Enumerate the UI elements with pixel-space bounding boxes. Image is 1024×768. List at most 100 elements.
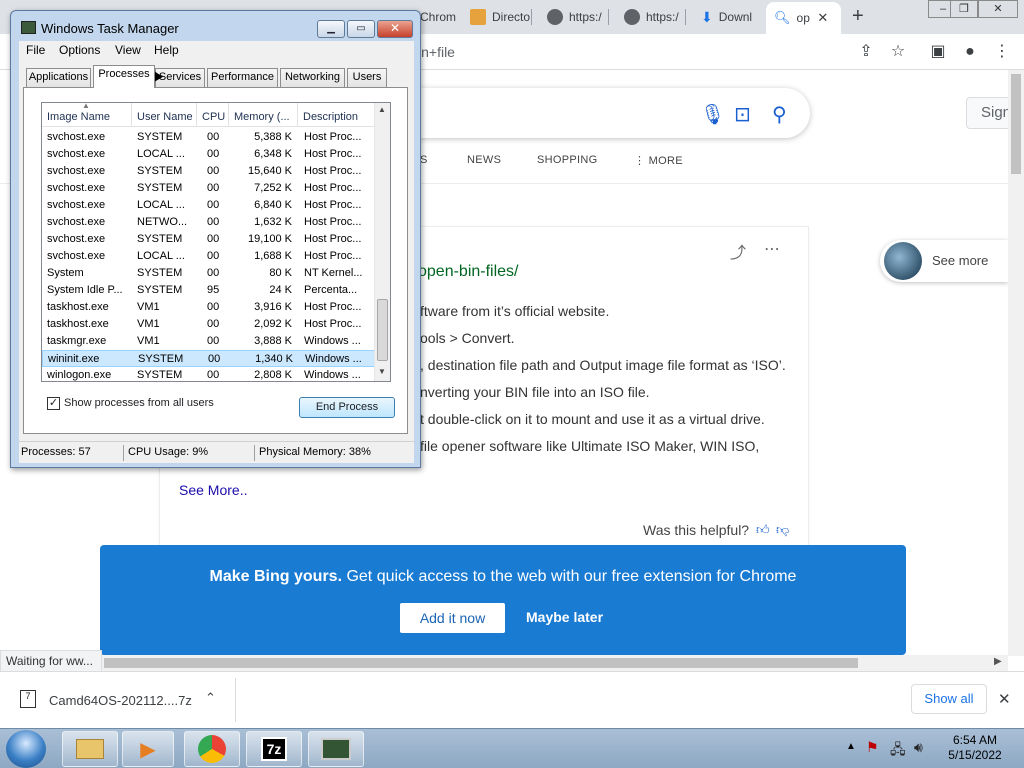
maximize-button[interactable]: ▭	[347, 20, 375, 38]
search-icon[interactable]: ⚲	[772, 102, 787, 127]
menu-options[interactable]: Options	[59, 43, 100, 57]
process-cpu: 00	[207, 250, 220, 262]
table-row[interactable]: svchost.exe SYSTEM 00 7,252 K Host Proc...	[42, 180, 375, 197]
show-all-processes-checkbox[interactable]: ✓	[47, 397, 60, 410]
bookmark-star-icon[interactable]: ☆	[888, 42, 908, 62]
scroll-up-arrow-icon[interactable]: ▲	[378, 105, 386, 114]
scrollbar-thumb[interactable]	[104, 658, 858, 668]
show-all-downloads-button[interactable]: Show all	[911, 684, 987, 714]
process-cpu: 00	[207, 182, 220, 194]
physical-memory: Physical Memory: 38%	[259, 446, 371, 458]
end-process-button[interactable]: End Process	[299, 397, 395, 418]
table-row[interactable]: svchost.exe LOCAL ... 00 1,688 K Host Proc..…	[42, 248, 375, 265]
share-icon[interactable]: ⇪	[856, 42, 876, 62]
table-row[interactable]: svchost.exe NETWO... 00 1,632 K Host Proc...	[42, 214, 375, 231]
chrome-taskbar-icon[interactable]	[184, 731, 240, 767]
table-row[interactable]: winlogon.exe SYSTEM 00 2,808 K Windows ...	[42, 367, 375, 381]
page-horizontal-scrollbar[interactable]: ▶	[0, 655, 1008, 671]
table-row[interactable]: svchost.exe LOCAL ... 00 6,840 K Host Proc..…	[42, 197, 375, 214]
more-options-icon[interactable]: ⋯	[764, 239, 780, 259]
system-clock[interactable]: 6:54 AM 5/15/2022	[940, 733, 1010, 763]
tab-networking[interactable]: Networking	[280, 68, 345, 87]
table-row[interactable]: System SYSTEM 00 80 K NT Kernel...	[42, 265, 375, 282]
new-tab-button[interactable]: +	[852, 6, 864, 26]
tab-processes[interactable]: Processes	[93, 65, 155, 88]
table-row[interactable]: svchost.exe SYSTEM 00 5,388 K Host Proc...	[42, 129, 375, 146]
column-header-cpu[interactable]: CPU	[197, 103, 229, 127]
nav-item-news[interactable]: NEWS	[467, 154, 501, 166]
table-row[interactable]: taskmgr.exe VM1 00 3,888 K Windows ...	[42, 333, 375, 350]
microphone-icon[interactable]: 🎙︎	[700, 102, 725, 127]
list-scrollbar[interactable]: ▲ ▼	[374, 103, 390, 381]
process-list[interactable]: Image Name User Name CPU Memory (... Des…	[41, 102, 391, 382]
table-row[interactable]: taskhost.exe VM1 00 2,092 K Host Proc...	[42, 316, 375, 333]
nav-item-shopping[interactable]: SHOPPING	[537, 154, 597, 166]
browser-tab[interactable]: https:/	[624, 6, 686, 28]
table-row[interactable]: svchost.exe SYSTEM 00 19,100 K Host Proc...	[42, 231, 375, 248]
close-button[interactable]: ✕	[377, 20, 413, 38]
task-manager-taskbar-icon[interactable]	[308, 731, 364, 767]
tab-users[interactable]: Users	[347, 68, 387, 87]
add-it-now-button[interactable]: Add it now	[400, 603, 505, 633]
show-hidden-icons-icon[interactable]: ▲	[846, 741, 856, 752]
start-button[interactable]	[6, 730, 46, 768]
browser-tab[interactable]: ⬇ Downl	[701, 6, 763, 28]
scrollbar-thumb[interactable]	[377, 299, 388, 361]
address-bar[interactable]: in+file	[418, 44, 455, 60]
nav-item[interactable]: S	[420, 154, 428, 166]
browser-tab-active[interactable]: 🔍︎ op ✕	[766, 2, 841, 34]
minimize-button[interactable]: ▁	[317, 20, 345, 38]
browser-tab[interactable]: Chrom	[420, 6, 462, 28]
browser-tab[interactable]: Directo	[470, 6, 532, 28]
column-header-description[interactable]: Description	[298, 103, 375, 127]
share-icon[interactable]: ⤴	[730, 239, 746, 263]
process-user-name: SYSTEM	[137, 131, 183, 143]
column-header-memory[interactable]: Memory (...	[229, 103, 298, 127]
chrome-menu-icon[interactable]: ⋮	[992, 42, 1012, 62]
search-box[interactable]: 🎙︎ ⊡ ⚲	[400, 88, 810, 138]
process-cpu: 00	[207, 148, 220, 160]
answer-source-link[interactable]: open-bin-files/	[418, 263, 519, 281]
close-shelf-icon[interactable]: ✕	[998, 690, 1011, 708]
see-more-pill[interactable]: See more	[880, 240, 1008, 282]
tab-applications[interactable]: Applications	[26, 68, 91, 87]
column-header-user-name[interactable]: User Name	[132, 103, 197, 127]
nav-item-more[interactable]: ⋮ MORE	[634, 154, 683, 167]
profile-avatar-icon[interactable]: ●	[960, 42, 980, 62]
process-memory: 3,888 K	[254, 335, 292, 347]
menu-help[interactable]: Help	[154, 43, 179, 57]
process-description: Percenta...	[304, 284, 358, 296]
scroll-down-arrow-icon[interactable]: ▼	[378, 367, 386, 376]
tab-services[interactable]: Services	[155, 68, 205, 87]
scroll-right-arrow-icon[interactable]: ▶	[994, 656, 1002, 667]
table-row[interactable]: svchost.exe LOCAL ... 00 6,348 K Host Proc..…	[42, 146, 375, 163]
table-row[interactable]: System Idle P... SYSTEM 95 24 K Percenta...	[42, 282, 375, 299]
explorer-taskbar-icon[interactable]	[62, 731, 118, 767]
menu-file[interactable]: File	[26, 43, 45, 57]
side-panel-icon[interactable]: ▣	[928, 42, 948, 62]
chevron-up-icon[interactable]: ⌃	[205, 690, 216, 706]
table-row-selected[interactable]: wininit.exe SYSTEM 00 1,340 K Windows ...	[42, 350, 375, 367]
thumbs-down-icon[interactable]: 👎︎	[776, 522, 789, 538]
scrollbar-thumb[interactable]	[1011, 74, 1021, 174]
close-tab-icon[interactable]: ✕	[816, 10, 830, 26]
action-center-flag-icon[interactable]: ⚑	[866, 739, 879, 756]
thumbs-up-icon[interactable]: 👍︎	[756, 522, 770, 538]
volume-icon[interactable]: 🔊︎	[914, 739, 923, 756]
close-window-button[interactable]: ✕	[978, 0, 1018, 18]
browser-tab[interactable]: https:/	[547, 6, 609, 28]
table-row[interactable]: taskhost.exe VM1 00 3,916 K Host Proc...	[42, 299, 375, 316]
maybe-later-button[interactable]: Maybe later	[526, 609, 603, 625]
see-more-link[interactable]: See More..	[179, 482, 247, 498]
7zip-taskbar-icon[interactable]: 7z	[246, 731, 302, 767]
tab-performance[interactable]: Performance	[207, 68, 278, 87]
restore-button[interactable]: ❐	[950, 0, 978, 18]
table-row[interactable]: svchost.exe SYSTEM 00 15,640 K Host Proc...	[42, 163, 375, 180]
visual-search-icon[interactable]: ⊡	[734, 102, 751, 127]
page-vertical-scrollbar[interactable]	[1008, 70, 1024, 656]
menu-view[interactable]: View	[115, 43, 141, 57]
download-file-name[interactable]: Camd64OS-202112....7z	[49, 693, 192, 708]
sign-in-button[interactable]: Sign	[966, 97, 1008, 129]
media-player-taskbar-icon[interactable]: ▶	[122, 731, 174, 767]
network-icon[interactable]: 🖧︎	[890, 739, 906, 763]
